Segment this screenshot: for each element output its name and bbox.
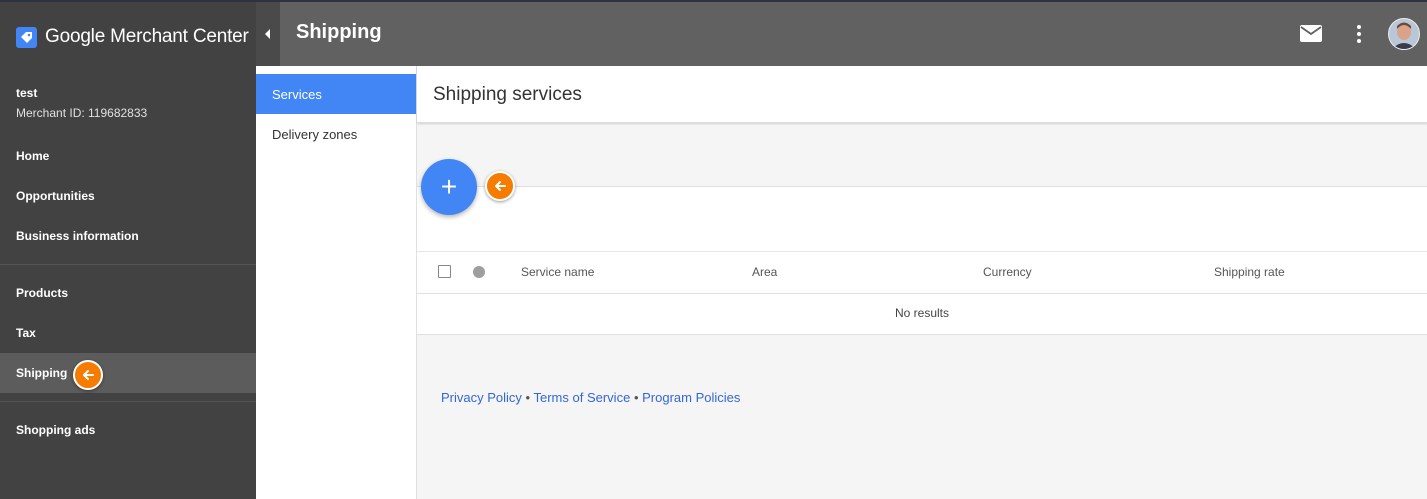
nav-divider [0,401,256,402]
nav-item-business-information[interactable]: Business information [0,216,256,256]
footer-links: Privacy Policy • Terms of Service • Prog… [441,390,740,405]
merchant-id: Merchant ID: 119682833 [16,106,148,120]
main-content: Shipping services Service name Area Curr… [417,66,1427,499]
nav-item-products[interactable]: Products [0,273,256,313]
page-header-title: Shipping [296,21,382,43]
merchant-tag-icon [16,26,37,48]
column-header-service-name[interactable]: Service name [521,265,594,279]
tab-services[interactable]: Services [256,74,416,114]
page-title: Shipping services [433,84,582,105]
select-all-checkbox[interactable] [438,265,451,278]
brand-name: Google Merchant Center [45,26,249,47]
column-header-shipping-rate[interactable]: Shipping rate [1214,265,1285,279]
arrow-left-icon [485,171,515,201]
column-header-currency[interactable]: Currency [983,265,1032,279]
nav-item-opportunities[interactable]: Opportunities [0,176,256,216]
terms-of-service-link[interactable]: Terms of Service [534,390,631,405]
nav-divider [0,264,256,265]
add-service-button[interactable]: + [421,159,477,215]
privacy-policy-link[interactable]: Privacy Policy [441,390,522,405]
avatar[interactable] [1388,18,1420,50]
sub-nav: Services Delivery zones [256,66,417,499]
nav-item-home[interactable]: Home [0,136,256,176]
account-info[interactable]: test Merchant ID: 119682833 [16,86,147,120]
left-nav: Google Merchant Center test Merchant ID:… [0,2,256,499]
title-bar: Shipping services [417,66,1427,123]
nav-item-shopping-ads[interactable]: Shopping ads [0,410,256,450]
account-name: test [16,86,38,100]
program-policies-link[interactable]: Program Policies [642,390,740,405]
tab-delivery-zones[interactable]: Delivery zones [256,114,416,154]
table-header: Service name Area Currency Shipping rate [417,251,1427,294]
brand[interactable]: Google Merchant Center [16,24,249,50]
mail-icon[interactable] [1300,25,1322,47]
nav-item-shipping[interactable]: Shipping [0,353,256,393]
nav-item-tax[interactable]: Tax [0,313,256,353]
arrow-left-icon [73,360,103,390]
footer-separator: • [633,390,639,405]
top-header: Shipping [256,2,1427,66]
empty-state: No results [894,306,950,320]
caret-left-icon[interactable] [256,2,280,66]
footer-separator: • [525,390,531,405]
column-header-area[interactable]: Area [752,265,777,279]
status-dot-icon [473,266,485,278]
more-vert-icon[interactable] [1356,24,1362,49]
